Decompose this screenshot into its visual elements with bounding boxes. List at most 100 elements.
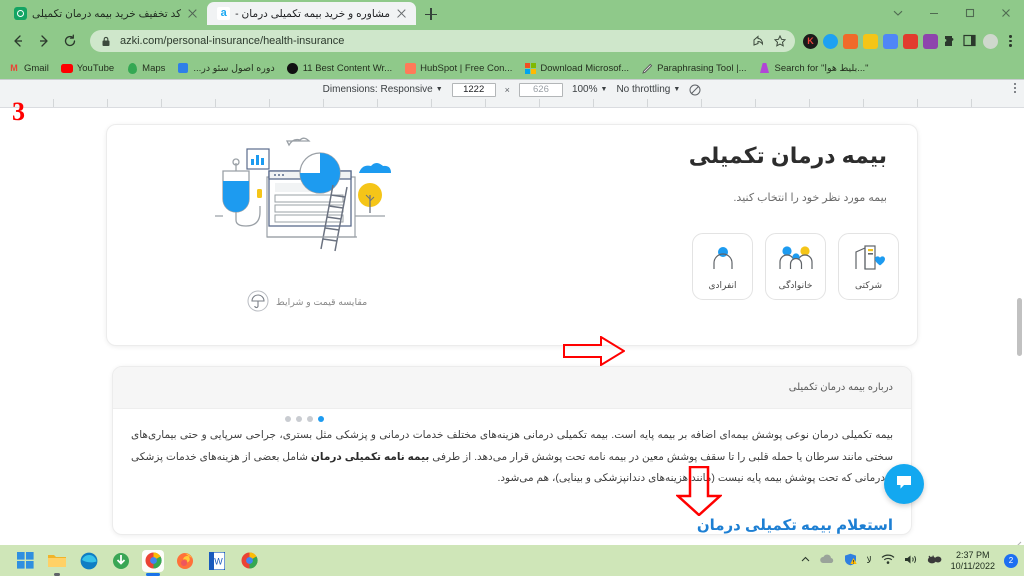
- blue-doc-icon: [177, 62, 189, 74]
- puzzle-extension-icon[interactable]: [943, 34, 958, 49]
- microsoft-edge-button[interactable]: [78, 550, 100, 572]
- about-paragraph-bold: بیمه نامه تکمیلی درمان: [310, 450, 430, 463]
- red-arrow-down: [674, 465, 724, 521]
- close-icon[interactable]: [395, 7, 408, 20]
- width-input[interactable]: 1222: [451, 82, 496, 97]
- device-ruler: [0, 99, 1024, 108]
- vertical-scrollbar[interactable]: [1014, 108, 1024, 552]
- bookmark-star-icon[interactable]: [772, 34, 787, 49]
- clock-date: 10/11/2022: [950, 560, 995, 571]
- speaker-icon[interactable]: [904, 554, 918, 567]
- bookmark-item[interactable]: YouTube: [60, 62, 114, 74]
- bookmark-label: Gmail: [24, 62, 49, 74]
- close-icon[interactable]: [186, 7, 199, 20]
- insurance-type-label: انفرادی: [708, 279, 737, 290]
- carousel-dot[interactable]: [285, 416, 291, 422]
- address-bar[interactable]: azki.com/personal-insurance/health-insur…: [90, 30, 795, 52]
- maximize-icon[interactable]: [952, 0, 988, 25]
- bookmark-item[interactable]: HubSpot | Free Con...: [404, 62, 512, 74]
- insurance-type-label: شرکتی: [855, 279, 883, 290]
- about-header: درباره بیمه درمان تکمیلی: [113, 367, 911, 409]
- browser-toolbar: azki.com/personal-insurance/health-insur…: [0, 25, 1024, 57]
- insurance-type-family[interactable]: خانوادگی: [765, 233, 826, 300]
- purple-extension-icon[interactable]: [923, 33, 938, 49]
- insurance-type-list: شرکتی خانوادگی انفرادی: [692, 233, 899, 300]
- height-input[interactable]: 626: [518, 82, 563, 97]
- share-icon[interactable]: [750, 34, 765, 49]
- bookmark-item[interactable]: دوره اصول سئو در...: [177, 62, 275, 74]
- step-number-annotation: 3: [12, 97, 25, 126]
- analytics-extension-icon[interactable]: [843, 33, 858, 49]
- blue-check-extension-icon[interactable]: [823, 33, 838, 49]
- reading-list-icon[interactable]: [963, 34, 978, 49]
- page-title: بیمه درمان تکمیلی: [688, 143, 887, 168]
- shield-warning-icon[interactable]: [844, 553, 858, 568]
- back-button[interactable]: [6, 29, 30, 53]
- taskbar-apps: W: [14, 549, 260, 576]
- about-header-text: درباره بیمه درمان تکمیلی: [788, 382, 893, 393]
- about-subtitle: استعلام بیمه تکمیلی درمان: [696, 516, 893, 534]
- carousel-dot[interactable]: [296, 416, 302, 422]
- vpn-icon[interactable]: [927, 554, 942, 567]
- chat-bubble-icon: [894, 472, 914, 497]
- bookmark-item[interactable]: M Gmail: [8, 62, 49, 74]
- notifications-badge[interactable]: 2: [1004, 553, 1018, 568]
- browser-window: کد تخفیف خرید بیمه درمان تکمیلی a مشاوره…: [0, 0, 1024, 552]
- carousel-dot-active[interactable]: [318, 416, 324, 422]
- rocket-extension-icon[interactable]: [883, 33, 898, 49]
- page-subtitle: بیمه مورد نظر خود را انتخاب کنید.: [733, 192, 887, 204]
- bookmark-item[interactable]: Paraphrasing Tool |...: [641, 62, 747, 74]
- svg-text:W: W: [214, 556, 223, 566]
- throttling-select[interactable]: No throttling ▼: [616, 84, 680, 95]
- chat-widget-button[interactable]: [884, 464, 924, 504]
- start-button[interactable]: [14, 550, 36, 572]
- chevron-down-icon: ▼: [600, 86, 608, 93]
- k-extension-icon[interactable]: K: [803, 33, 818, 49]
- new-tab-button[interactable]: [419, 3, 443, 25]
- scrollbar-thumb[interactable]: [1017, 298, 1022, 356]
- bookmark-item[interactable]: 11 Best Content Wr...: [287, 62, 392, 74]
- translate-de-extension-icon[interactable]: [863, 33, 878, 49]
- zoom-select[interactable]: 100% ▼: [572, 84, 608, 95]
- google-chrome-button[interactable]: [142, 549, 164, 576]
- three-dot-menu-icon[interactable]: [1003, 34, 1018, 49]
- language-indicator[interactable]: لا: [866, 555, 871, 566]
- internet-download-manager-button[interactable]: [110, 550, 132, 572]
- bookmarks-bar: M Gmail YouTube Maps دوره اصول سئو در...…: [0, 57, 1024, 79]
- file-explorer-button[interactable]: [46, 550, 68, 576]
- hero-illustration: [207, 133, 417, 308]
- dimensions-select[interactable]: Dimensions: Responsive ▼: [323, 84, 443, 95]
- cloud-icon[interactable]: [820, 554, 835, 567]
- chevron-down-icon[interactable]: [880, 0, 916, 25]
- rotate-icon[interactable]: [689, 84, 701, 96]
- insurance-type-corporate[interactable]: شرکتی: [838, 233, 899, 300]
- browser-tab-1[interactable]: کد تخفیف خرید بیمه درمان تکمیلی: [4, 2, 207, 25]
- seo-extension-icon[interactable]: [903, 33, 918, 49]
- close-icon[interactable]: [988, 0, 1024, 25]
- pen-icon: [641, 62, 653, 74]
- person-icon: [709, 243, 737, 276]
- bookmark-label: دوره اصول سئو در...: [193, 62, 275, 74]
- bookmark-item[interactable]: Search for "بلیط هوا...": [759, 62, 869, 74]
- carousel-dots[interactable]: [285, 416, 324, 422]
- wifi-icon[interactable]: [881, 554, 895, 567]
- bookmark-item[interactable]: Maps: [126, 62, 165, 74]
- insurance-type-individual[interactable]: انفرادی: [692, 233, 753, 300]
- azki-icon: a: [217, 7, 231, 20]
- device-toolbar: Dimensions: Responsive ▼ 1222 × 626 100%…: [0, 79, 1024, 99]
- azki-health-insurance-page: مقایسه قیمت و شرایط بیمه درمان تکمیلی بی…: [0, 108, 1024, 552]
- mozilla-firefox-button[interactable]: [174, 550, 196, 572]
- browser-tab-2[interactable]: a مشاوره و خرید بیمه تکمیلی درمان -: [207, 2, 417, 25]
- bookmark-item[interactable]: Download Microsof...: [524, 62, 629, 74]
- avatar[interactable]: [983, 33, 998, 49]
- chevron-up-icon[interactable]: [800, 554, 811, 567]
- google-chrome-button-2[interactable]: [238, 550, 260, 572]
- clock[interactable]: 2:37 PM 10/11/2022: [951, 550, 995, 572]
- reload-button[interactable]: [58, 29, 82, 53]
- microsoft-word-button[interactable]: W: [206, 550, 228, 572]
- three-dot-menu-icon[interactable]: [1014, 83, 1016, 93]
- forward-button[interactable]: [32, 29, 56, 53]
- red-arrow-right: [563, 335, 626, 371]
- carousel-dot[interactable]: [307, 416, 313, 422]
- minimize-icon[interactable]: [916, 0, 952, 25]
